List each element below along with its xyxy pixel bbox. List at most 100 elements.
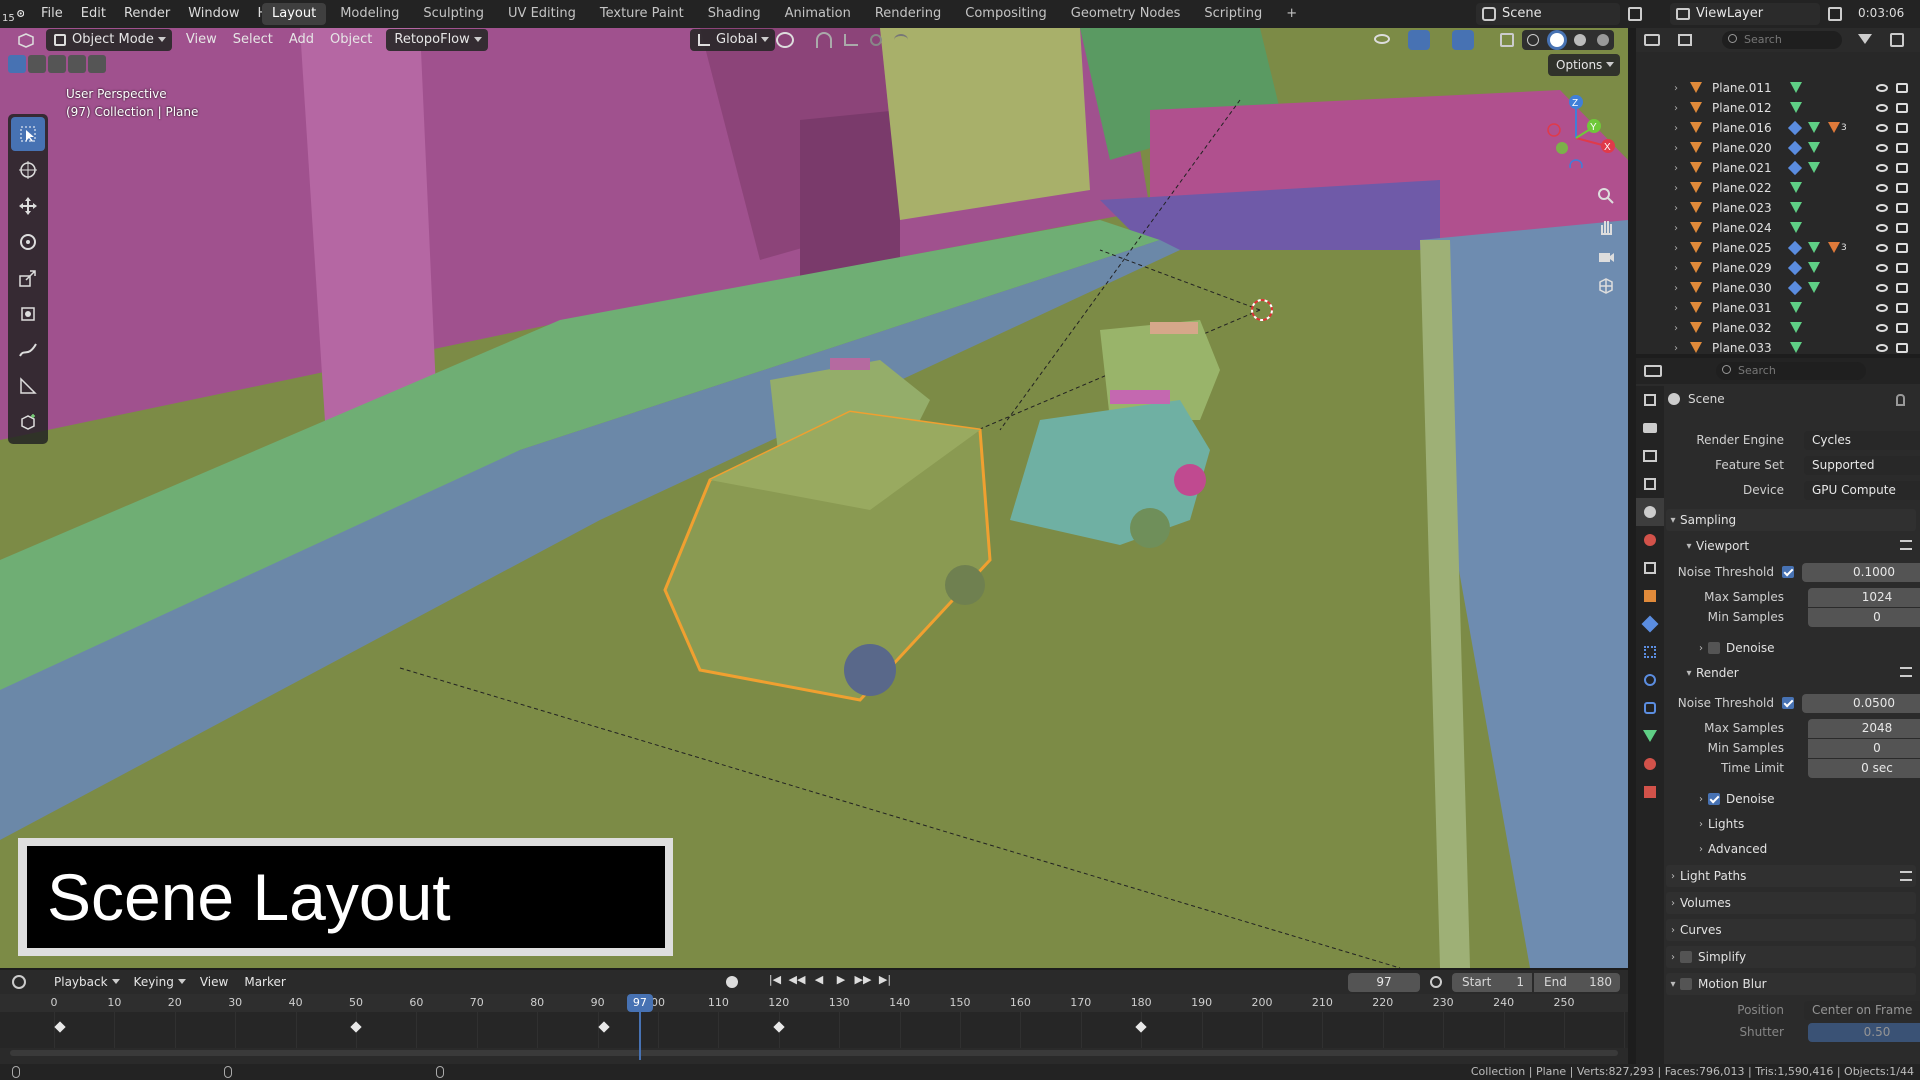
proportional-edit-icon[interactable] bbox=[870, 34, 882, 46]
outliner-item[interactable]: › Plane.020 bbox=[1636, 138, 1920, 158]
jump-end-icon[interactable]: ▶| bbox=[876, 973, 894, 991]
simplify-checkbox[interactable] bbox=[1680, 951, 1692, 963]
r-denoise-checkbox[interactable] bbox=[1708, 793, 1720, 805]
tab-modeling[interactable]: Modeling bbox=[330, 3, 409, 25]
pin-icon[interactable] bbox=[1896, 394, 1905, 406]
r-denoise-subpanel[interactable]: › Denoise bbox=[1694, 789, 1920, 809]
eye-icon[interactable] bbox=[1876, 204, 1888, 212]
rendered-shading-icon[interactable] bbox=[1596, 34, 1609, 46]
vp-noise-threshold-checkbox[interactable] bbox=[1782, 566, 1794, 578]
camera-render-icon[interactable] bbox=[1896, 203, 1908, 213]
object-mode-dropdown[interactable]: Object Mode bbox=[46, 29, 172, 51]
time-limit-field[interactable]: 0 sec bbox=[1808, 759, 1920, 778]
expand-arrow-icon[interactable]: › bbox=[1674, 263, 1678, 274]
lights-subpanel[interactable]: › Lights bbox=[1694, 814, 1920, 834]
keyframe-track[interactable] bbox=[0, 1012, 1628, 1048]
gizmo-toggle-icon[interactable] bbox=[1408, 30, 1430, 50]
motion-blur-panel[interactable]: ▾ Motion Blur bbox=[1666, 973, 1916, 995]
outliner-item[interactable]: › Plane.021 bbox=[1636, 158, 1920, 178]
expand-arrow-icon[interactable]: › bbox=[1674, 343, 1678, 354]
vp-denoise-checkbox[interactable] bbox=[1708, 642, 1720, 654]
feature-set-dropdown[interactable]: Supported bbox=[1804, 456, 1920, 475]
scene-selector[interactable]: Scene bbox=[1476, 3, 1620, 25]
menu-object[interactable]: Object bbox=[322, 29, 380, 51]
add-workspace-button[interactable]: + bbox=[1276, 3, 1307, 25]
outliner-item[interactable]: › Plane.022 bbox=[1636, 178, 1920, 198]
keyframe-diamond[interactable] bbox=[597, 1021, 610, 1033]
expand-arrow-icon[interactable]: › bbox=[1674, 283, 1678, 294]
camera-render-icon[interactable] bbox=[1896, 303, 1908, 313]
camera-render-icon[interactable] bbox=[1896, 283, 1908, 293]
ortho-grid-icon[interactable] bbox=[1592, 272, 1620, 300]
physics-tab[interactable] bbox=[1636, 666, 1664, 694]
curves-panel[interactable]: › Curves bbox=[1666, 919, 1916, 941]
tab-animation[interactable]: Animation bbox=[775, 3, 861, 25]
scene-render[interactable] bbox=[0, 28, 1628, 968]
eye-icon[interactable] bbox=[1876, 184, 1888, 192]
falloff-icon[interactable] bbox=[894, 34, 908, 46]
menu-add[interactable]: Add bbox=[281, 29, 322, 51]
frame-end-field[interactable]: End 180 bbox=[1534, 973, 1620, 992]
simplify-panel[interactable]: › Simplify bbox=[1666, 946, 1916, 968]
rotate-tool[interactable] bbox=[11, 225, 45, 259]
camera-render-icon[interactable] bbox=[1896, 123, 1908, 133]
next-keyframe-icon[interactable]: ▶▶ bbox=[854, 973, 872, 991]
keyframe-diamond[interactable] bbox=[350, 1021, 362, 1033]
navigation-gizmo[interactable]: Z Y X bbox=[1536, 88, 1616, 173]
tool-tab[interactable] bbox=[1636, 386, 1664, 414]
expand-arrow-icon[interactable]: › bbox=[1674, 323, 1678, 334]
render-engine-dropdown[interactable]: Cycles bbox=[1804, 431, 1920, 450]
tab-compositing[interactable]: Compositing bbox=[955, 3, 1057, 25]
device-dropdown[interactable]: GPU Compute bbox=[1804, 481, 1920, 500]
outliner-item[interactable]: › Plane.011 bbox=[1636, 78, 1920, 98]
new-collection-icon[interactable] bbox=[1890, 33, 1904, 47]
eye-icon[interactable] bbox=[1876, 164, 1888, 172]
transform-orientation-dropdown[interactable]: Global bbox=[690, 29, 776, 51]
outliner-item[interactable]: › Plane.032 bbox=[1636, 318, 1920, 338]
view-layer-selector[interactable]: ViewLayer bbox=[1670, 3, 1820, 25]
material-tab[interactable] bbox=[1636, 750, 1664, 778]
filter-icon[interactable] bbox=[1858, 34, 1872, 44]
eye-icon[interactable] bbox=[1876, 304, 1888, 312]
menu-edit[interactable]: Edit bbox=[72, 0, 115, 28]
outliner-item[interactable]: › Plane.025 3 bbox=[1636, 238, 1920, 258]
vp-denoise-subpanel[interactable]: › Denoise bbox=[1694, 638, 1920, 658]
play-icon[interactable]: ▶ bbox=[832, 973, 850, 991]
volumes-panel[interactable]: › Volumes bbox=[1666, 892, 1916, 914]
motion-blur-checkbox[interactable] bbox=[1680, 978, 1692, 990]
light-paths-preset-icon[interactable] bbox=[1900, 871, 1912, 881]
editor-type-icon[interactable] bbox=[8, 29, 44, 51]
tab-layout[interactable]: Layout bbox=[262, 3, 327, 25]
viewport-subpanel-header[interactable]: ▾ Viewport bbox=[1682, 536, 1912, 556]
snap-target-icon[interactable] bbox=[844, 34, 858, 46]
menu-file[interactable]: File bbox=[32, 0, 72, 28]
menu-select[interactable]: Select bbox=[225, 29, 281, 51]
expand-arrow-icon[interactable]: › bbox=[1674, 303, 1678, 314]
expand-arrow-icon[interactable]: › bbox=[1674, 203, 1678, 214]
scale-tool[interactable] bbox=[11, 261, 45, 295]
vp-max-samples-field[interactable]: 1024 bbox=[1808, 588, 1920, 607]
outliner-item[interactable]: › Plane.033 bbox=[1636, 338, 1920, 354]
prev-keyframe-icon[interactable]: ◀◀ bbox=[788, 973, 806, 991]
properties-editor-icon[interactable] bbox=[1644, 365, 1662, 377]
eye-icon[interactable] bbox=[1876, 344, 1888, 352]
eye-icon[interactable] bbox=[1876, 84, 1888, 92]
camera-render-icon[interactable] bbox=[1896, 183, 1908, 193]
play-reverse-icon[interactable]: ◀ bbox=[810, 973, 828, 991]
camera-render-icon[interactable] bbox=[1896, 323, 1908, 333]
tab-rendering[interactable]: Rendering bbox=[865, 3, 951, 25]
display-mode-icon[interactable] bbox=[1678, 34, 1692, 46]
expand-arrow-icon[interactable]: › bbox=[1674, 143, 1678, 154]
zoom-icon[interactable] bbox=[1592, 182, 1620, 210]
render-preset-list-icon[interactable] bbox=[1900, 667, 1912, 677]
transform-tool[interactable] bbox=[11, 297, 45, 331]
tab-shading[interactable]: Shading bbox=[698, 3, 771, 25]
data-tab[interactable] bbox=[1636, 722, 1664, 750]
cursor-tool[interactable] bbox=[11, 153, 45, 187]
constraints-tab[interactable] bbox=[1636, 694, 1664, 722]
options-dropdown[interactable]: Options bbox=[1548, 54, 1621, 76]
pivot-icon[interactable] bbox=[776, 32, 794, 48]
shutter-field[interactable]: 0.50 bbox=[1808, 1023, 1920, 1042]
snap-icon[interactable] bbox=[816, 32, 832, 48]
r-noise-threshold-field[interactable]: 0.0500 bbox=[1802, 694, 1920, 713]
